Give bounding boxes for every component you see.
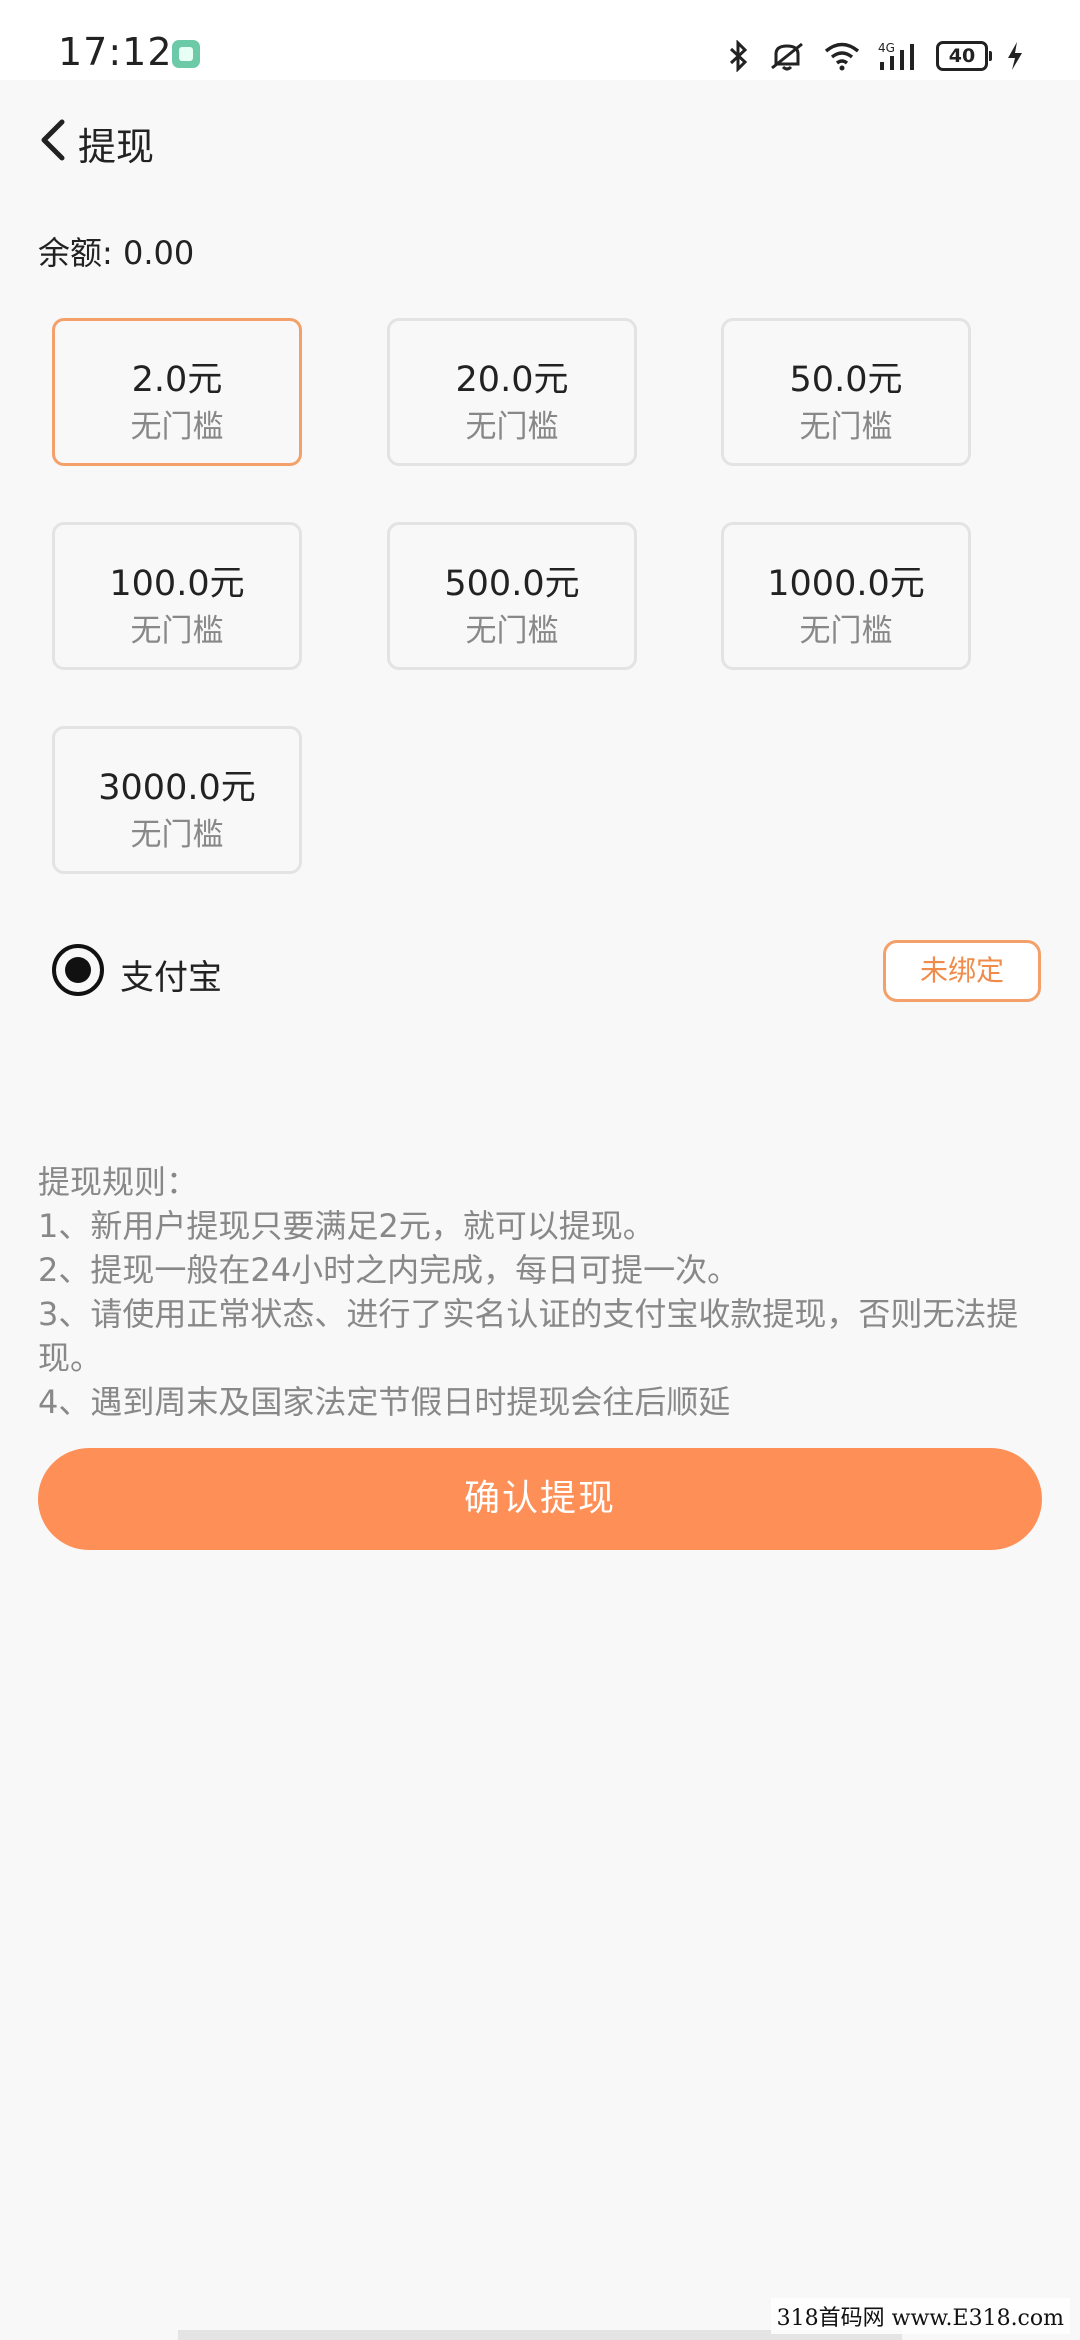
amount-option-50[interactable]: 50.0元 无门槛 xyxy=(721,318,971,466)
payment-method-label: 支付宝 xyxy=(120,958,222,998)
app-notification-icon xyxy=(172,40,200,68)
battery-icon: 40 xyxy=(936,41,992,71)
rule-item: 3、请使用正常状态、进行了实名认证的支付宝收款提现，否则无法提现。 xyxy=(38,1295,1019,1377)
amount-option-20[interactable]: 20.0元 无门槛 xyxy=(387,318,637,466)
amount-threshold: 无门槛 xyxy=(799,613,893,649)
balance-text: 余额: 0.00 xyxy=(38,234,195,272)
amount-threshold: 无门槛 xyxy=(465,409,559,445)
withdraw-rules: 提现规则： 1、新用户提现只要满足2元，就可以提现。 2、提现一般在24小时之内… xyxy=(38,1160,1043,1424)
amount-value: 100.0元 xyxy=(109,564,245,604)
amount-option-500[interactable]: 500.0元 无门槛 xyxy=(387,522,637,670)
amount-value: 20.0元 xyxy=(455,360,569,400)
status-bar: 17:12 4G 40 xyxy=(0,0,1080,80)
wifi-icon xyxy=(824,41,860,71)
amount-threshold: 无门槛 xyxy=(130,817,224,853)
svg-text:4G: 4G xyxy=(878,41,895,55)
amount-threshold: 无门槛 xyxy=(465,613,559,649)
rules-title: 提现规则： xyxy=(38,1163,199,1201)
bind-account-button[interactable]: 未绑定 xyxy=(883,940,1041,1002)
amount-option-100[interactable]: 100.0元 无门槛 xyxy=(52,522,302,670)
amount-threshold: 无门槛 xyxy=(130,409,224,445)
amount-value: 3000.0元 xyxy=(98,768,256,808)
back-button[interactable] xyxy=(36,116,76,164)
amount-value: 1000.0元 xyxy=(767,564,925,604)
amount-threshold: 无门槛 xyxy=(130,613,224,649)
withdraw-page: 17:12 4G 40 提现 余额: 0.00 2.0元 无门槛 20.0元 无… xyxy=(0,0,1080,2340)
rule-item: 4、遇到周末及国家法定节假日时提现会往后顺延 xyxy=(38,1383,731,1421)
watermark: 318首码网 www.E318.com xyxy=(770,2298,1070,2334)
amount-option-1000[interactable]: 1000.0元 无门槛 xyxy=(721,522,971,670)
signal-icon: 4G xyxy=(878,40,918,72)
amount-value: 500.0元 xyxy=(444,564,580,604)
amount-option-2[interactable]: 2.0元 无门槛 xyxy=(52,318,302,466)
chevron-left-icon xyxy=(41,119,65,161)
page-title: 提现 xyxy=(78,125,155,169)
rule-item: 2、提现一般在24小时之内完成，每日可提一次。 xyxy=(38,1251,740,1289)
status-icons: 4G 40 xyxy=(728,36,1024,76)
confirm-withdraw-button[interactable]: 确认提现 xyxy=(38,1448,1042,1550)
rule-item: 1、新用户提现只要满足2元，就可以提现。 xyxy=(38,1207,655,1245)
amount-value: 2.0元 xyxy=(131,360,223,400)
amount-threshold: 无门槛 xyxy=(799,409,893,445)
alipay-radio[interactable] xyxy=(52,944,104,996)
amount-option-3000[interactable]: 3000.0元 无门槛 xyxy=(52,726,302,874)
bluetooth-icon xyxy=(728,40,750,72)
charging-icon xyxy=(1006,41,1024,71)
amount-value: 50.0元 xyxy=(789,360,903,400)
radio-selected-dot xyxy=(65,957,91,983)
mute-icon xyxy=(768,40,806,72)
header: 提现 xyxy=(0,110,1080,170)
status-time: 17:12 xyxy=(58,30,173,74)
